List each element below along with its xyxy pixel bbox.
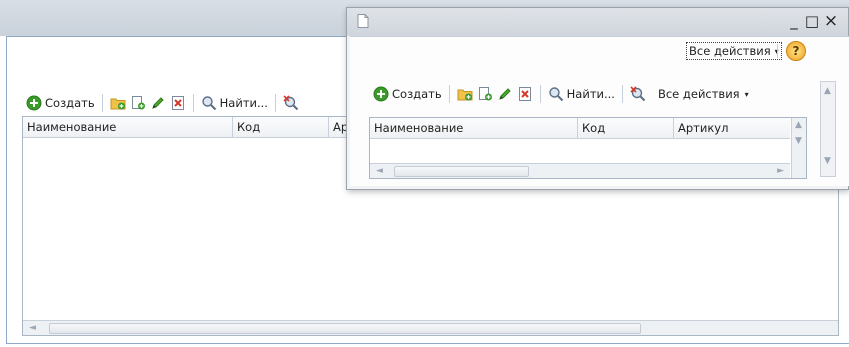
magnifier-icon: [548, 86, 564, 102]
copy-icon: [130, 95, 146, 111]
toolbar-separator: [448, 85, 450, 103]
horizontal-scrollbar[interactable]: ◄: [23, 320, 838, 335]
scroll-down-icon[interactable]: ▼: [795, 134, 802, 148]
toolbar-separator: [101, 94, 103, 112]
help-button[interactable]: ?: [786, 41, 806, 61]
delete-button[interactable]: [168, 92, 188, 114]
toolbar-separator: [192, 94, 194, 112]
background-toolbar: Создать Найти...: [24, 92, 301, 114]
find-button-label: Найти...: [219, 96, 268, 110]
dialog-window: _ □ × Все действия ▾ ? Создать: [346, 7, 849, 190]
toolbar-separator: [777, 44, 778, 58]
column-header-code[interactable]: Код: [233, 117, 329, 137]
cancel-search-icon: [283, 95, 299, 111]
dialog-delete-button[interactable]: [515, 83, 535, 105]
dialog-toolbar: Создать Найти... Все действия ▾: [371, 83, 751, 105]
maximize-button[interactable]: □: [803, 12, 821, 30]
dialog-list-table[interactable]: Наименование Код Артикул ▲ ▼ ◄ ►: [369, 117, 807, 179]
create-button-label: Создать: [45, 96, 95, 110]
scroll-up-icon[interactable]: ▲: [795, 118, 802, 132]
dialog-toolbar-all-actions-label: Все действия: [657, 87, 740, 101]
dialog-table-header: Наименование Код Артикул: [370, 118, 790, 139]
dialog-all-actions-label: Все действия: [689, 44, 771, 58]
scroll-down-icon[interactable]: ▼: [824, 154, 831, 168]
pencil-icon: [497, 86, 513, 102]
dialog-create-button[interactable]: Создать: [371, 83, 444, 105]
magnifier-icon: [201, 95, 217, 111]
column-header-name[interactable]: Наименование: [23, 117, 233, 137]
plus-circle-icon: [373, 86, 389, 102]
dialog-copy-button[interactable]: [475, 83, 495, 105]
scroll-left-icon[interactable]: ◄: [29, 321, 36, 335]
document-icon: [355, 13, 371, 29]
scroll-right-icon[interactable]: ►: [777, 164, 784, 178]
dialog-edit-button[interactable]: [495, 83, 515, 105]
dialog-column-header-code[interactable]: Код: [578, 118, 674, 138]
scroll-up-icon[interactable]: ▲: [824, 84, 831, 98]
dialog-find-label: Найти...: [566, 87, 615, 101]
pencil-icon: [150, 95, 166, 111]
dialog-vertical-scrollbar[interactable]: ▲ ▼: [791, 118, 806, 178]
dialog-cancel-find-button[interactable]: [628, 83, 648, 105]
plus-circle-icon: [26, 95, 42, 111]
close-button[interactable]: ×: [822, 12, 840, 30]
add-folder-icon: [457, 86, 473, 102]
add-folder-button[interactable]: [108, 92, 128, 114]
dialog-all-actions-button[interactable]: Все действия ▾: [686, 42, 782, 60]
toolbar-separator: [621, 85, 623, 103]
dialog-body: Все действия ▾ ? Создать: [350, 36, 849, 186]
scroll-left-icon[interactable]: ◄: [376, 164, 383, 178]
copy-button[interactable]: [128, 92, 148, 114]
dialog-toolbar-all-actions-button[interactable]: Все действия ▾: [656, 83, 751, 105]
dialog-horizontal-scrollbar[interactable]: ◄ ►: [370, 163, 790, 178]
edit-button[interactable]: [148, 92, 168, 114]
cancel-search-icon: [630, 86, 646, 102]
create-button[interactable]: Создать: [24, 92, 97, 114]
delete-icon: [517, 86, 533, 102]
dialog-titlebar[interactable]: _ □ ×: [347, 8, 848, 36]
dialog-column-header-name[interactable]: Наименование: [370, 118, 578, 138]
delete-icon: [170, 95, 186, 111]
scrollbar-thumb[interactable]: [49, 323, 641, 334]
chevron-down-icon: ▾: [744, 89, 749, 99]
copy-icon: [477, 86, 493, 102]
cancel-find-button[interactable]: [281, 92, 301, 114]
toolbar-separator: [274, 94, 276, 112]
dialog-scrollbar-thumb[interactable]: [394, 166, 529, 177]
minimize-button[interactable]: _: [785, 12, 803, 30]
dialog-side-scrollbar[interactable]: ▲ ▼: [820, 81, 836, 177]
add-folder-icon: [110, 95, 126, 111]
dialog-column-header-article[interactable]: Артикул: [674, 118, 790, 138]
dialog-find-button[interactable]: Найти...: [546, 83, 617, 105]
dialog-create-label: Создать: [392, 87, 442, 101]
dialog-add-folder-button[interactable]: [455, 83, 475, 105]
toolbar-separator: [539, 85, 541, 103]
find-button[interactable]: Найти...: [199, 92, 270, 114]
